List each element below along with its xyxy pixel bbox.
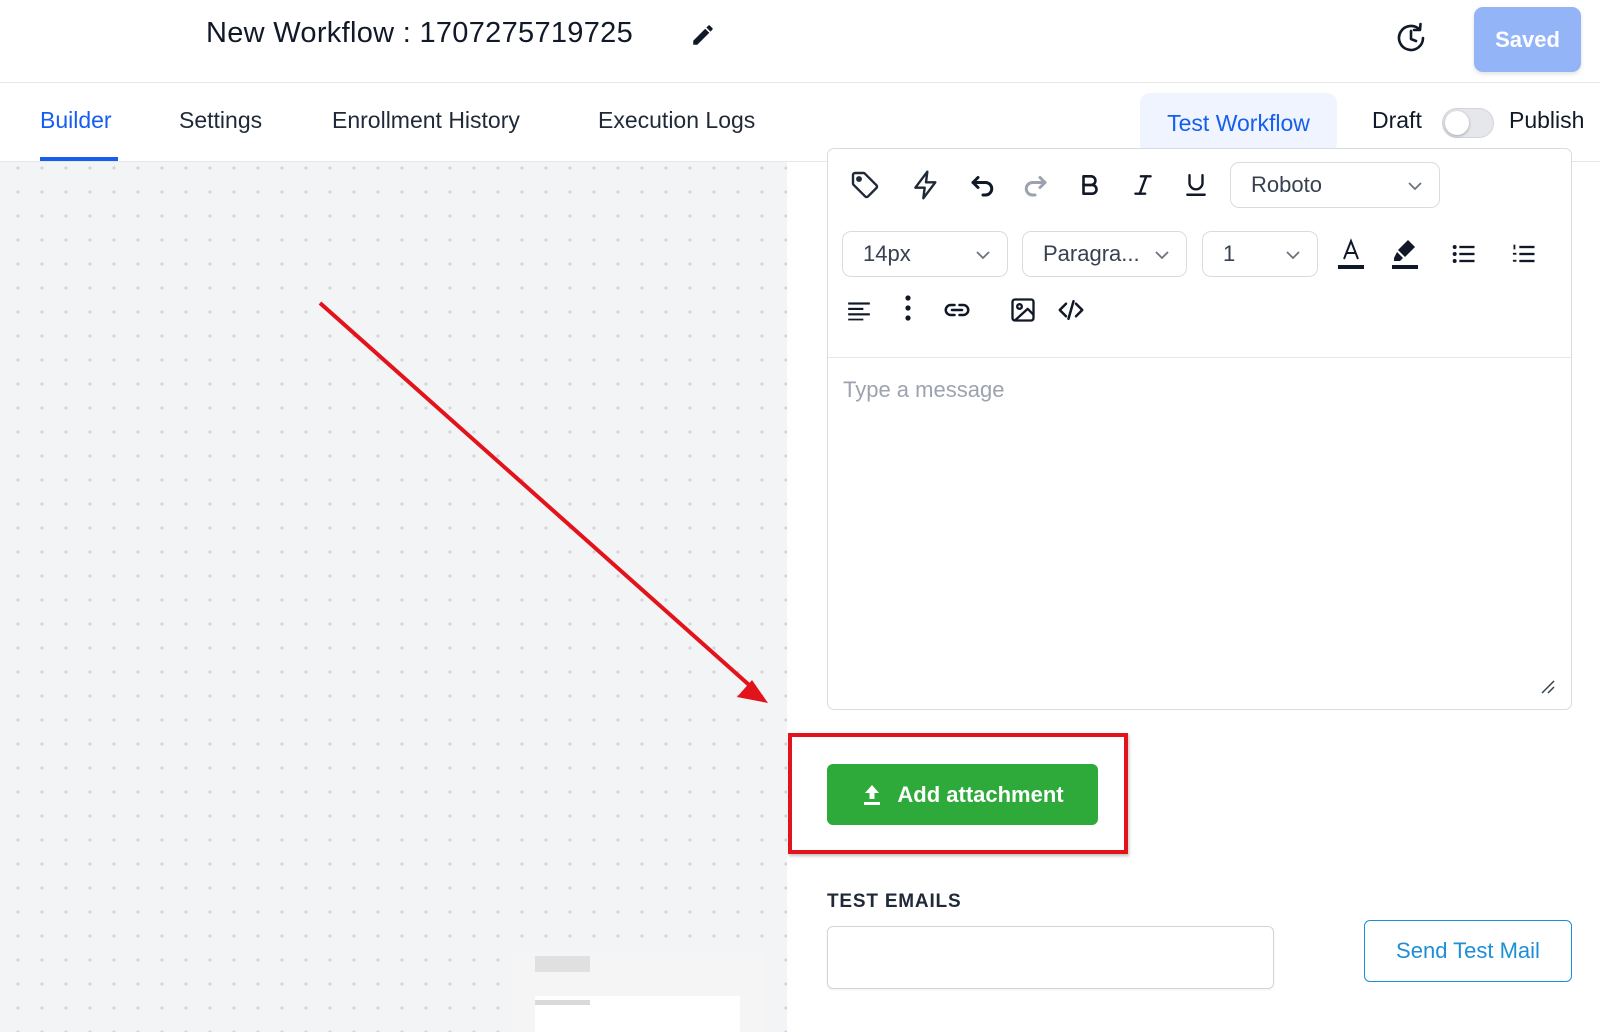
draft-label: Draft <box>1372 107 1422 133</box>
font-size-select[interactable]: 14px <box>842 231 1008 277</box>
node-card-line <box>535 1000 590 1005</box>
test-emails-label: TEST EMAILS <box>827 891 962 912</box>
tab-enrollment-history[interactable]: Enrollment History <box>332 107 520 134</box>
font-size-value: 14px <box>863 241 911 266</box>
line-height-select[interactable]: 1 <box>1202 231 1318 277</box>
annotation-highlight-box <box>788 733 1128 854</box>
tab-execution-logs[interactable]: Execution Logs <box>598 107 755 134</box>
image-icon[interactable] <box>1006 293 1040 327</box>
node-card-placeholder <box>535 956 590 972</box>
numbered-list-icon[interactable] <box>1507 237 1541 271</box>
tab-settings[interactable]: Settings <box>179 107 262 134</box>
publish-toggle[interactable] <box>1442 108 1494 138</box>
chevron-down-icon <box>1408 182 1422 191</box>
highlight-icon[interactable] <box>1388 237 1422 271</box>
top-bar: New Workflow : 1707275719725 Saved <box>0 0 1600 83</box>
underline-icon[interactable] <box>1179 168 1213 202</box>
message-body-placeholder[interactable]: Type a message <box>843 377 1004 403</box>
block-type-select[interactable]: Paragra... <box>1022 231 1187 277</box>
history-icon[interactable] <box>1393 20 1429 56</box>
chevron-down-icon <box>1286 251 1300 260</box>
link-icon[interactable] <box>940 293 974 327</box>
more-vertical-icon[interactable] <box>891 291 925 325</box>
font-family-value: Roboto <box>1251 172 1322 197</box>
saved-button[interactable]: Saved <box>1474 7 1581 72</box>
active-tab-indicator <box>40 157 118 161</box>
bullet-list-icon[interactable] <box>1447 237 1481 271</box>
toggle-knob <box>1445 111 1469 135</box>
test-emails-input[interactable] <box>827 926 1274 989</box>
chevron-down-icon <box>1155 251 1169 260</box>
bold-icon[interactable] <box>1073 168 1107 202</box>
line-height-value: 1 <box>1223 241 1236 266</box>
code-icon[interactable] <box>1054 293 1088 327</box>
resize-handle-icon[interactable] <box>1538 677 1556 695</box>
align-left-icon[interactable] <box>842 293 876 327</box>
send-test-mail-button[interactable]: Send Test Mail <box>1364 920 1572 982</box>
redo-icon[interactable] <box>1018 168 1052 202</box>
workflow-title: New Workflow : 1707275719725 <box>206 17 634 49</box>
workflow-canvas[interactable] <box>0 162 787 1032</box>
pencil-icon[interactable] <box>690 22 716 48</box>
undo-icon[interactable] <box>966 168 1000 202</box>
tab-builder[interactable]: Builder <box>40 107 112 134</box>
chevron-down-icon <box>976 251 990 260</box>
tag-icon[interactable] <box>848 168 882 202</box>
toolbar-divider <box>828 357 1571 358</box>
lightning-icon[interactable] <box>909 168 943 202</box>
text-color-icon[interactable] <box>1334 237 1368 271</box>
italic-icon[interactable] <box>1126 168 1160 202</box>
block-type-value: Paragra... <box>1043 241 1140 266</box>
publish-label: Publish <box>1509 107 1585 133</box>
test-workflow-button[interactable]: Test Workflow <box>1140 93 1337 153</box>
font-family-select[interactable]: Roboto <box>1230 162 1440 208</box>
